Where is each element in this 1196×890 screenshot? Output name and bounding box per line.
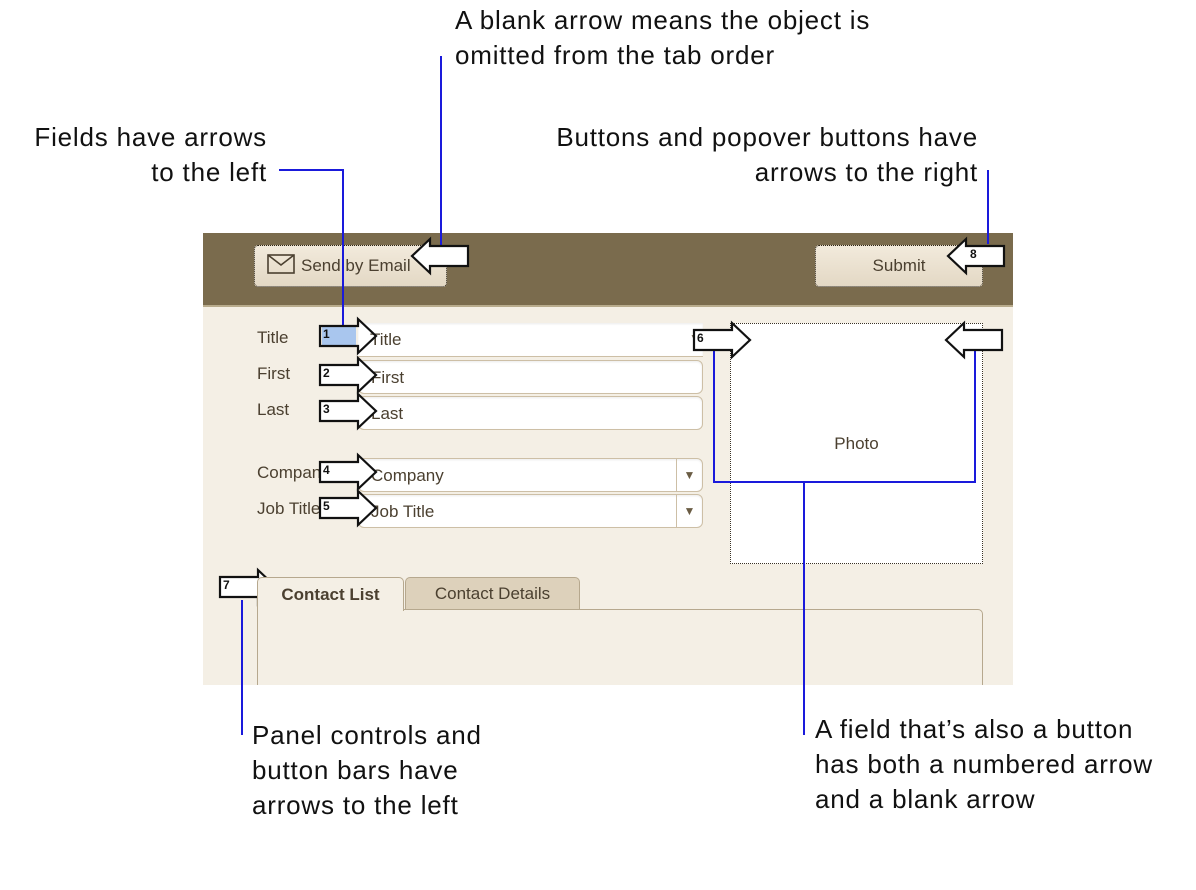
leader-line: [713, 346, 976, 483]
annotation-overlay: 1 2 3 4 5 6 7 8: [218, 56, 1006, 735]
tab-order-arrow: 4: [318, 452, 378, 492]
leader-line: [279, 169, 344, 332]
tab-order-arrow: 1: [318, 316, 378, 356]
tab-order-arrow: 6: [692, 320, 752, 360]
tab-order-arrow: 8: [946, 236, 1006, 276]
tab-order-number: 2: [323, 366, 330, 380]
tab-order-number: 8: [970, 247, 977, 261]
tab-order-number: 7: [223, 578, 230, 592]
tab-order-number: 6: [697, 331, 704, 345]
tab-order-number: 1: [323, 327, 330, 341]
tab-order-number: 5: [323, 499, 330, 513]
tab-order-arrow: 5: [318, 488, 378, 528]
tab-order-arrow: 3: [318, 391, 378, 431]
tab-order-arrow: 2: [318, 355, 378, 395]
tab-contact-list[interactable]: Contact List: [257, 577, 404, 611]
tab-order-number: 3: [323, 402, 330, 416]
tab-order-number: 4: [323, 463, 330, 477]
